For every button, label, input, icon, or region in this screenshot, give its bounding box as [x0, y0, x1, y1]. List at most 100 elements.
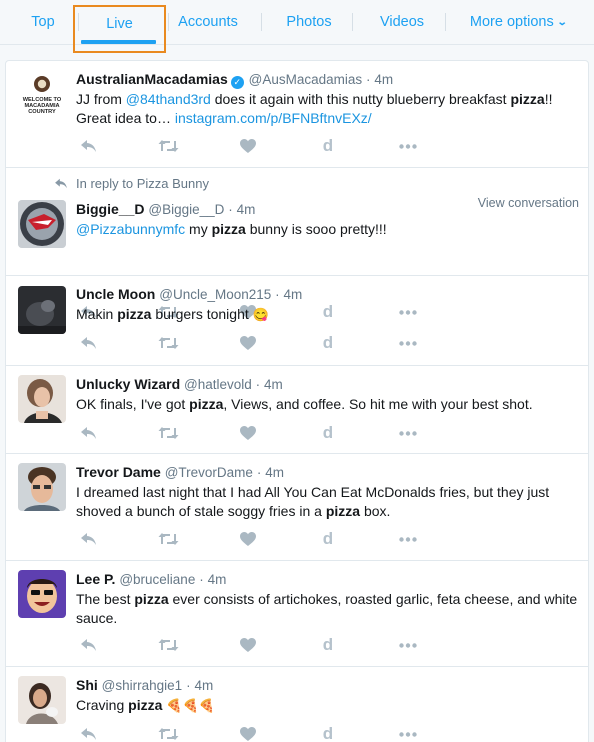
- reply-button[interactable]: [76, 136, 100, 156]
- like-button[interactable]: [236, 333, 260, 353]
- avatar[interactable]: WELCOME TO MACADAMIA COUNTRY: [18, 71, 66, 119]
- d-icon[interactable]: d: [316, 529, 340, 549]
- tweet-actions: d: [76, 635, 436, 655]
- fullname[interactable]: Lee P.: [76, 571, 115, 587]
- more-button[interactable]: [396, 136, 420, 156]
- avatar[interactable]: [18, 570, 66, 618]
- retweet-icon: [158, 427, 178, 439]
- retweet-button[interactable]: [156, 724, 180, 742]
- keyword-highlight: pizza: [211, 221, 246, 237]
- reply-button[interactable]: [76, 423, 100, 443]
- more-button[interactable]: [396, 724, 420, 742]
- avatar-image: [18, 200, 66, 248]
- timestamp[interactable]: 4m: [237, 202, 256, 217]
- like-button[interactable]: [236, 136, 260, 156]
- d-icon[interactable]: d: [316, 724, 340, 742]
- d-icon[interactable]: d: [316, 635, 340, 655]
- tweet[interactable]: Trevor Dame @TrevorDame · 4m I dreamed l…: [6, 454, 588, 561]
- more-icon: [399, 430, 417, 436]
- timestamp[interactable]: 4m: [374, 72, 393, 87]
- avatar[interactable]: [18, 200, 66, 248]
- avatar-text: WELCOME TO MACADAMIA COUNTRY: [22, 97, 62, 115]
- tab-top[interactable]: Top: [18, 0, 68, 44]
- username[interactable]: @AusMacadamias: [249, 72, 363, 87]
- tweet[interactable]: In reply to Pizza Bunny Biggie__D @Biggi…: [6, 168, 588, 321]
- tab-accounts[interactable]: Accounts: [170, 0, 246, 44]
- search-nav-tabs: Top Live Accounts Photos Videos More opt…: [0, 0, 594, 53]
- tab-videos-label: Videos: [379, 13, 425, 30]
- more-button[interactable]: [396, 333, 420, 353]
- fullname[interactable]: AustralianMacadamias: [76, 71, 228, 87]
- url-link[interactable]: instagram.com/p/BFNBftnvEXz/: [175, 110, 372, 126]
- reply-context-icon: [54, 178, 68, 189]
- like-button[interactable]: [236, 529, 260, 549]
- emoji-icon: 😋: [252, 307, 269, 322]
- username[interactable]: @Biggie__D: [148, 202, 224, 217]
- tweet-text: JJ from @84thand3rd does it again with t…: [76, 90, 578, 128]
- reply-icon: [80, 639, 96, 651]
- tweet[interactable]: Lee P. @bruceliane · 4m The best pizza e…: [6, 561, 588, 667]
- tweet[interactable]: Shi @shirrahgie1 · 4m Craving pizza 🍕🍕🍕 …: [6, 667, 588, 742]
- more-button[interactable]: [396, 529, 420, 549]
- reply-context-text: In reply to Pizza Bunny: [76, 176, 209, 191]
- fullname[interactable]: Shi: [76, 677, 98, 693]
- tweet-actions: d: [76, 423, 436, 443]
- tab-photos[interactable]: Photos: [278, 0, 340, 44]
- d-icon[interactable]: d: [316, 333, 340, 353]
- timestamp[interactable]: 4m: [208, 572, 227, 587]
- avatar[interactable]: [18, 375, 66, 423]
- more-button[interactable]: [396, 423, 420, 443]
- fullname[interactable]: Uncle Moon: [76, 286, 155, 302]
- like-button[interactable]: [236, 724, 260, 742]
- tweet-actions: d: [76, 529, 436, 549]
- tweet-header: Unlucky Wizard @hatlevold · 4m: [76, 375, 578, 394]
- like-icon: [240, 532, 256, 546]
- tweet[interactable]: Unlucky Wizard @hatlevold · 4m OK finals…: [6, 366, 588, 454]
- timestamp[interactable]: 4m: [284, 287, 303, 302]
- avatar[interactable]: [18, 676, 66, 724]
- reply-button[interactable]: [76, 333, 100, 353]
- retweet-button[interactable]: [156, 333, 180, 353]
- tab-live[interactable]: Live: [73, 5, 166, 53]
- username[interactable]: @Uncle_Moon215: [159, 287, 271, 302]
- retweet-button[interactable]: [156, 635, 180, 655]
- username[interactable]: @TrevorDame: [165, 465, 253, 480]
- tweet-actions: d: [76, 333, 436, 353]
- reply-button[interactable]: [76, 635, 100, 655]
- reply-button[interactable]: [76, 724, 100, 742]
- username[interactable]: @shirrahgie1: [102, 678, 183, 693]
- tweet[interactable]: WELCOME TO MACADAMIA COUNTRY AustralianM…: [6, 61, 588, 168]
- retweet-button[interactable]: [156, 529, 180, 549]
- avatar[interactable]: [18, 463, 66, 511]
- like-button[interactable]: [236, 423, 260, 443]
- tab-more-options-label: More options: [469, 13, 554, 30]
- separator-dot: ·: [228, 202, 233, 217]
- avatar[interactable]: [18, 286, 66, 334]
- tab-videos[interactable]: Videos: [372, 0, 432, 44]
- avatar-image: [18, 570, 66, 618]
- retweet-button[interactable]: [156, 423, 180, 443]
- username[interactable]: @hatlevold: [184, 377, 252, 392]
- fullname[interactable]: Unlucky Wizard: [76, 376, 180, 392]
- timestamp[interactable]: 4m: [194, 678, 213, 693]
- tab-more-options[interactable]: More options ⌄: [466, 0, 570, 44]
- tweet-text-part: , Views, and coffee. So hit me with your…: [223, 396, 533, 412]
- username[interactable]: @bruceliane: [119, 572, 195, 587]
- keyword-highlight: pizza: [510, 91, 545, 107]
- like-button[interactable]: [236, 635, 260, 655]
- mention-link[interactable]: @84thand3rd: [126, 91, 211, 107]
- d-icon[interactable]: d: [316, 136, 340, 156]
- more-button[interactable]: [396, 635, 420, 655]
- reply-context[interactable]: In reply to Pizza Bunny: [54, 176, 209, 191]
- timestamp[interactable]: 4m: [264, 377, 283, 392]
- fullname[interactable]: Biggie__D: [76, 201, 144, 217]
- mention-link[interactable]: @Pizzabunnymfc: [76, 221, 185, 237]
- reply-button[interactable]: [76, 529, 100, 549]
- retweet-button[interactable]: [156, 136, 180, 156]
- fullname[interactable]: Trevor Dame: [76, 464, 161, 480]
- tweet[interactable]: Uncle Moon @Uncle_Moon215 · 4m Makin piz…: [6, 276, 588, 366]
- timestamp[interactable]: 4m: [265, 465, 284, 480]
- d-icon[interactable]: d: [316, 423, 340, 443]
- view-conversation-link[interactable]: View conversation: [478, 196, 579, 210]
- tweet-header: AustralianMacadamias ✓ @AusMacadamias · 4…: [76, 70, 578, 89]
